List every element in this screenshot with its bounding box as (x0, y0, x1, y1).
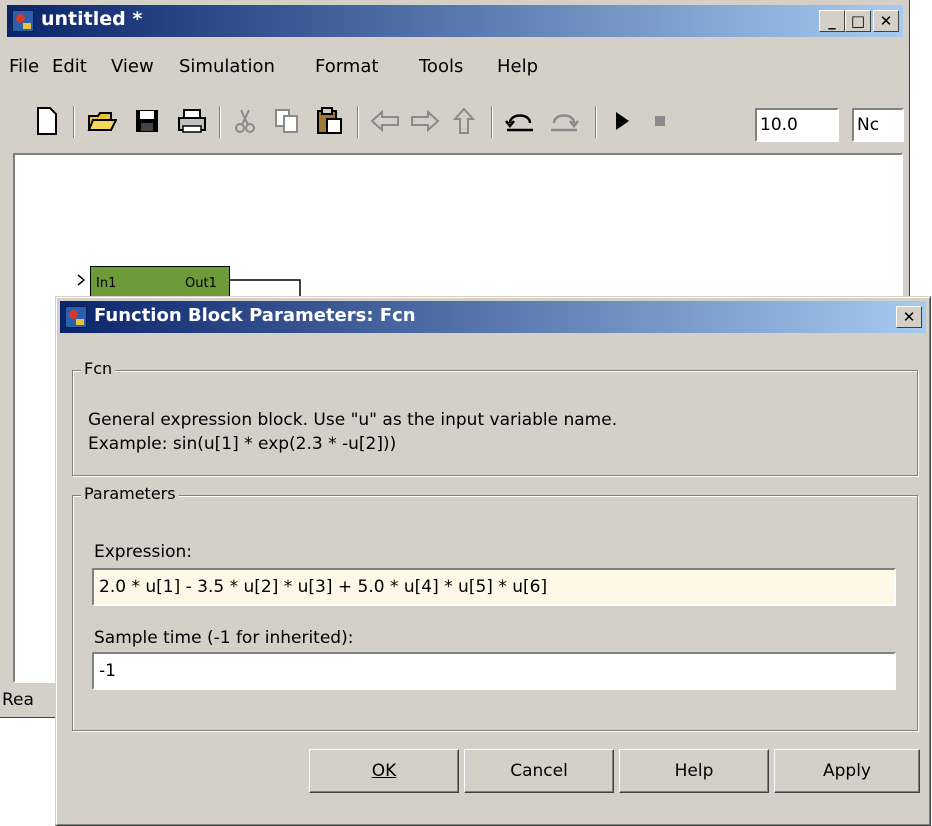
model-titlebar[interactable]: untitled * _ □ ✕ (7, 5, 903, 37)
menu-format[interactable]: Format (315, 56, 378, 77)
up-arrow-icon[interactable] (449, 104, 479, 138)
block-input-port-label: In1 (96, 276, 117, 291)
cancel-button-label: Cancel (510, 761, 568, 781)
simulink-app-icon (65, 306, 87, 328)
sample-time-field[interactable]: -1 (92, 652, 896, 690)
menu-tools[interactable]: Tools (419, 56, 463, 77)
cancel-button[interactable]: Cancel (464, 749, 614, 793)
toolbar-separator (595, 106, 597, 138)
toolbar-separator (219, 106, 221, 138)
description-line-2: Example: sin(u[1] * exp(2.3 * -u[2])) (88, 434, 397, 454)
simulink-app-icon (12, 10, 34, 32)
menu-edit[interactable]: Edit (52, 56, 87, 77)
block-output-port-label: Out1 (185, 276, 217, 291)
cut-icon[interactable] (229, 104, 261, 138)
ok-button-label: OK (371, 761, 397, 781)
undo-icon[interactable] (501, 104, 539, 138)
print-icon[interactable] (175, 104, 209, 138)
dialog-titlebar[interactable]: Function Block Parameters: Fcn ✕ (60, 301, 926, 333)
sample-time-label: Sample time (-1 for inherited): (94, 628, 354, 648)
status-bar-text: Rea (2, 690, 34, 710)
toolbar-separator (357, 106, 359, 138)
maximize-button[interactable]: □ (845, 10, 871, 32)
close-button[interactable]: ✕ (873, 10, 899, 32)
parameters-group: Parameters (72, 484, 918, 731)
help-button-label: Help (674, 761, 714, 781)
toolbar-separator (491, 106, 493, 138)
copy-icon[interactable] (271, 104, 303, 138)
apply-button-label: Apply (823, 761, 871, 781)
menu-simulation[interactable]: Simulation (179, 56, 275, 77)
forward-arrow-icon[interactable] (407, 104, 443, 138)
model-title: untitled * (41, 8, 143, 30)
menu-view[interactable]: View (111, 56, 154, 77)
help-button[interactable]: Help (619, 749, 769, 793)
paste-icon[interactable] (313, 104, 347, 138)
dialog-title: Function Block Parameters: Fcn (94, 305, 416, 326)
expression-field[interactable]: 2.0 * u[1] - 3.5 * u[2] * u[3] + 5.0 * u… (92, 568, 896, 606)
save-icon[interactable] (131, 104, 163, 138)
toolbar-separator (73, 106, 75, 138)
description-line-1: General expression block. Use "u" as the… (88, 410, 618, 430)
expression-label: Expression: (94, 542, 193, 562)
redo-icon[interactable] (545, 104, 583, 138)
play-icon[interactable] (607, 104, 637, 138)
menu-file[interactable]: File (9, 56, 39, 77)
minimize-button[interactable]: _ (819, 10, 845, 32)
simulation-mode-select[interactable]: Nc (852, 108, 904, 142)
stop-time-input[interactable]: 10.0 (755, 108, 839, 142)
back-arrow-icon[interactable] (367, 104, 403, 138)
apply-button[interactable]: Apply (774, 749, 920, 793)
parameters-group-label: Parameters (81, 484, 179, 503)
dialog-close-button[interactable]: ✕ (896, 306, 922, 328)
menu-help[interactable]: Help (497, 56, 538, 77)
stop-icon[interactable] (645, 104, 675, 138)
new-icon[interactable] (31, 104, 63, 138)
ok-button[interactable]: OK (309, 749, 459, 793)
description-group-label: Fcn (81, 359, 116, 378)
open-folder-icon[interactable] (85, 104, 119, 138)
